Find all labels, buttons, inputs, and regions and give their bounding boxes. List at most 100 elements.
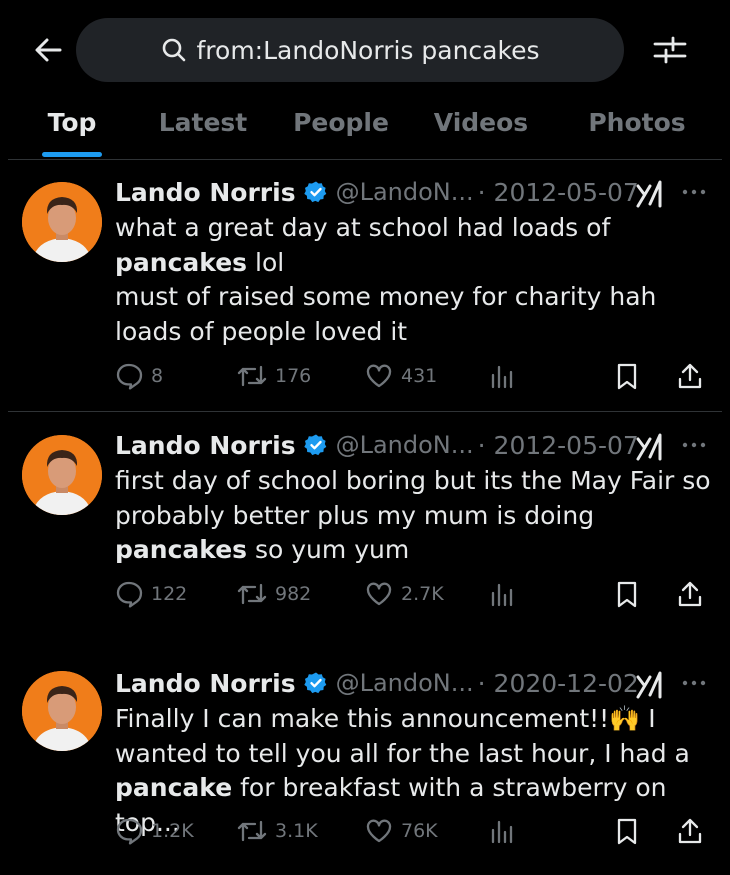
tweet-actions: 8 176 431 (115, 356, 715, 396)
reply-count: 8 (151, 365, 164, 387)
retweet-count: 3.1K (275, 820, 318, 842)
reply-button[interactable]: 8 (115, 356, 163, 396)
more-icon[interactable] (680, 435, 708, 455)
views-button[interactable] (489, 574, 513, 614)
back-button[interactable] (28, 30, 68, 70)
like-count: 2.7K (401, 583, 444, 605)
like-button[interactable]: 76K (365, 811, 438, 851)
grok-icon[interactable] (634, 431, 664, 461)
tweet-text-segment: so yum yum (247, 535, 410, 564)
bookmark-button[interactable] (615, 811, 639, 851)
views-icon (491, 820, 513, 844)
search-input[interactable]: from:LandoNorris pancakes (76, 18, 624, 82)
share-button[interactable] (677, 356, 703, 396)
tweet-date[interactable]: · 2012-05-07 (478, 178, 639, 207)
author-handle[interactable]: @LandoN... (336, 669, 474, 697)
raised-hands-emoji: 🙌 (609, 704, 641, 733)
verified-badge-icon (303, 434, 326, 456)
views-button[interactable] (489, 356, 513, 396)
highlight-keyword: pancake (115, 773, 233, 802)
tweet-text-segment: must of raised some money for charity ha… (115, 282, 657, 311)
tweet-text-segment: what a great day at school had loads of (115, 213, 611, 242)
avatar[interactable] (22, 671, 102, 751)
reply-icon (116, 363, 143, 390)
avatar-image (22, 182, 102, 262)
like-icon (366, 364, 392, 388)
search-query: from:LandoNorris pancakes (196, 35, 540, 65)
tab-people[interactable]: People (286, 100, 396, 160)
more-icon[interactable] (680, 182, 708, 202)
tweet-text-segment: lol (247, 247, 285, 277)
share-button[interactable] (677, 574, 703, 614)
retweet-button[interactable]: 982 (237, 574, 311, 614)
share-icon (678, 818, 702, 844)
filter-button[interactable] (646, 30, 694, 70)
author-name[interactable]: Lando Norris (115, 431, 296, 460)
reply-button[interactable]: 122 (115, 574, 187, 614)
divider (8, 411, 722, 412)
bookmark-button[interactable] (615, 574, 639, 614)
like-button[interactable]: 2.7K (365, 574, 444, 614)
retweet-icon (237, 820, 267, 842)
filter-sliders-icon (653, 36, 687, 64)
tweet-text-segment: Finally I can make this announcement!! (115, 704, 610, 733)
retweet-icon (237, 365, 267, 387)
views-button[interactable] (489, 811, 513, 851)
tweet-actions: 122 982 2.7K (115, 574, 715, 614)
like-icon (366, 582, 392, 606)
tweet-text: first day of school boring but its the M… (115, 464, 715, 568)
tweet-header: Lando Norris @LandoN... · 2020-12-02 (115, 665, 639, 701)
bookmark-icon (617, 363, 637, 390)
reply-count: 1.2K (151, 820, 194, 842)
back-arrow-icon (35, 38, 62, 62)
verified-badge-icon (303, 181, 326, 203)
share-button[interactable] (677, 811, 703, 851)
retweet-count: 176 (275, 365, 312, 387)
tweet-date[interactable]: · 2012-05-07 (478, 431, 639, 460)
retweet-icon (237, 583, 267, 605)
avatar-image (22, 435, 102, 515)
highlight-keyword: pancakes (115, 535, 248, 564)
tab-videos[interactable]: Videos (426, 100, 536, 160)
tweet-text: what a great day at school had loads of … (115, 211, 715, 349)
grok-icon[interactable] (634, 178, 664, 208)
avatar[interactable] (22, 435, 102, 515)
tab-photos[interactable]: Photos (580, 100, 694, 160)
tweet-text-segment: first day of school boring but its the M… (115, 466, 711, 530)
reply-button[interactable]: 1.2K (115, 811, 194, 851)
author-name[interactable]: Lando Norris (115, 178, 296, 207)
avatar-image (22, 671, 102, 751)
more-icon[interactable] (680, 673, 708, 693)
highlight-keyword: pancakes (115, 247, 248, 277)
retweet-button[interactable]: 176 (237, 356, 311, 396)
like-count: 431 (401, 365, 438, 387)
like-count: 76K (401, 820, 438, 842)
author-name[interactable]: Lando Norris (115, 669, 296, 698)
share-icon (678, 363, 702, 389)
like-button[interactable]: 431 (365, 356, 437, 396)
search-icon (162, 38, 185, 62)
like-icon (366, 819, 392, 843)
active-tab-indicator (42, 152, 102, 157)
views-icon (491, 583, 513, 607)
top-bar: from:LandoNorris pancakes (0, 0, 730, 100)
reply-icon (116, 818, 143, 845)
bookmark-icon (617, 818, 637, 845)
tweet-date[interactable]: · 2020-12-02 (478, 669, 639, 698)
avatar[interactable] (22, 182, 102, 262)
tweet-text-segment: loads of people loved it (115, 316, 408, 346)
author-handle[interactable]: @LandoN... (336, 431, 474, 459)
bookmark-button[interactable] (615, 356, 639, 396)
author-handle[interactable]: @LandoN... (336, 178, 474, 206)
grok-icon[interactable] (634, 669, 664, 699)
share-icon (678, 581, 702, 607)
retweet-count: 982 (275, 583, 312, 605)
search-tabs: Top Latest People Videos Photos (0, 100, 730, 160)
reply-icon (116, 581, 143, 608)
reply-count: 122 (151, 583, 188, 605)
tab-latest[interactable]: Latest (150, 100, 256, 160)
retweet-button[interactable]: 3.1K (237, 811, 318, 851)
tab-top[interactable]: Top (40, 100, 104, 160)
views-icon (491, 365, 513, 389)
verified-badge-icon (303, 672, 326, 694)
